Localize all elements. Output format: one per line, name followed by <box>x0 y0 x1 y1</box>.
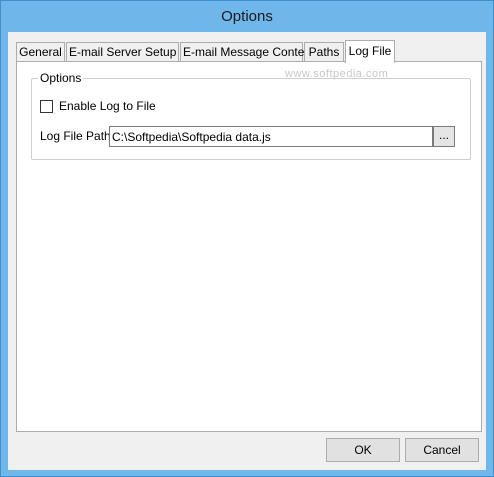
tab-email-message-content[interactable]: E-mail Message Content <box>180 42 314 62</box>
tab-general[interactable]: General <box>16 42 65 62</box>
tab-email-server-setup[interactable]: E-mail Server Setup <box>66 42 179 62</box>
cancel-button[interactable]: Cancel <box>405 438 479 462</box>
enable-log-label[interactable]: Enable Log to File <box>59 99 156 114</box>
options-groupbox: Options Enable Log to File Log File Path… <box>31 71 471 160</box>
dialog-client-area: General E-mail Server Setup E-mail Messa… <box>8 32 486 470</box>
log-path-input[interactable] <box>109 126 433 147</box>
log-path-label: Log File Path: <box>40 129 115 143</box>
options-group-title: Options <box>38 71 84 85</box>
tab-paths[interactable]: Paths <box>304 42 344 62</box>
ok-button[interactable]: OK <box>326 438 400 462</box>
window-title: Options <box>221 8 273 25</box>
options-window: Options General E-mail Server Setup E-ma… <box>0 0 494 477</box>
tab-log-file[interactable]: Log File <box>345 40 395 63</box>
browse-button[interactable]: ... <box>433 126 455 147</box>
enable-log-checkbox[interactable] <box>40 100 53 113</box>
log-file-panel: www.softpedia.com Options Enable Log to … <box>16 61 482 432</box>
